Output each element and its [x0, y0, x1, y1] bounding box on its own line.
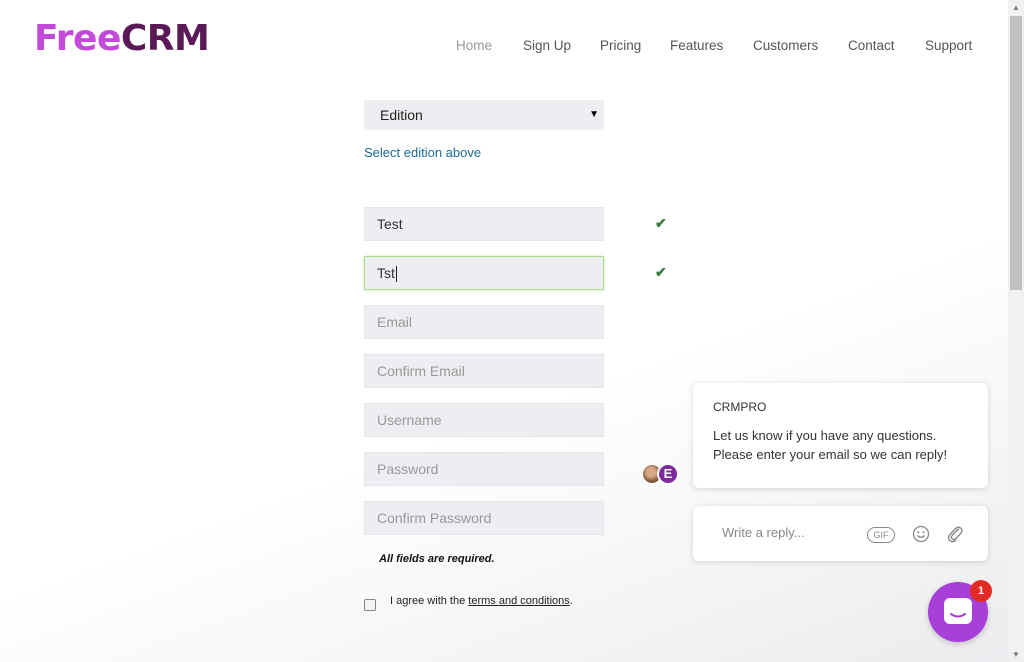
chat-message-card[interactable]: CRMPRO Let us know if you have any quest…: [693, 383, 988, 488]
attachment-icon[interactable]: [946, 524, 964, 544]
confirm-email-placeholder: Confirm Email: [377, 363, 465, 379]
nav-customers[interactable]: Customers: [753, 38, 818, 53]
email-field[interactable]: Email: [364, 305, 604, 339]
chat-message-line: Please enter your email so we can reply!: [713, 447, 948, 462]
reply-input[interactable]: Write a reply...: [722, 525, 805, 540]
last-name-value: Tst: [377, 265, 395, 281]
agree-label: I agree with the terms and conditions.: [390, 595, 573, 607]
edition-hint: Select edition above: [364, 145, 482, 160]
chat-bubble-icon: [944, 598, 972, 624]
agent-avatar-letter: E: [657, 463, 679, 485]
agree-prefix: I agree with the: [390, 595, 469, 607]
nav-features[interactable]: Features: [670, 38, 723, 53]
first-name-value: Test: [377, 216, 403, 232]
text-caret: [395, 266, 397, 283]
edition-select-value: Edition: [380, 107, 423, 123]
nav-support[interactable]: Support: [925, 38, 972, 53]
password-field[interactable]: Password: [364, 452, 604, 486]
gif-icon[interactable]: GIF: [867, 527, 895, 543]
chat-message-line: Let us know if you have any questions.: [713, 428, 937, 443]
reply-composer[interactable]: Write a reply... GIF: [693, 506, 988, 561]
confirm-password-placeholder: Confirm Password: [377, 510, 492, 526]
unread-badge: 1: [970, 580, 992, 602]
username-field[interactable]: Username: [364, 403, 604, 437]
page-scrollbar[interactable]: ▲ ▼: [1008, 0, 1024, 662]
chat-message: Let us know if you have any questions. P…: [713, 426, 947, 464]
confirm-email-field[interactable]: Confirm Email: [364, 354, 604, 388]
scrollbar-thumb[interactable]: [1010, 16, 1022, 290]
dropdown-arrow-icon: ▼: [589, 109, 599, 120]
username-placeholder: Username: [377, 412, 442, 428]
last-name-field[interactable]: Tst: [364, 256, 604, 290]
confirm-password-field[interactable]: Confirm Password: [364, 501, 604, 535]
terms-link[interactable]: terms and conditions: [468, 595, 570, 607]
agree-suffix: .: [569, 595, 573, 607]
top-nav: Home Sign Up Pricing Features Customers …: [0, 38, 1008, 54]
agree-checkbox[interactable]: [364, 599, 376, 611]
chat-avatars: E: [641, 463, 681, 485]
edition-select[interactable]: Edition ▼: [364, 100, 604, 130]
password-placeholder: Password: [377, 461, 439, 477]
nav-home[interactable]: Home: [456, 38, 492, 53]
emoji-icon[interactable]: [912, 525, 930, 543]
required-note: All fields are required.: [379, 553, 495, 565]
first-name-check-icon: ✔: [655, 215, 667, 231]
nav-contact[interactable]: Contact: [848, 38, 895, 53]
scroll-down-arrow-icon[interactable]: ▼: [1012, 650, 1020, 659]
scroll-up-arrow-icon[interactable]: ▲: [1012, 3, 1020, 12]
nav-pricing[interactable]: Pricing: [600, 38, 641, 53]
nav-sign-up[interactable]: Sign Up: [523, 38, 571, 53]
chat-sender: CRMPRO: [713, 400, 767, 414]
email-placeholder: Email: [377, 314, 413, 330]
last-name-check-icon: ✔: [655, 264, 667, 280]
first-name-field[interactable]: Test: [364, 207, 604, 241]
